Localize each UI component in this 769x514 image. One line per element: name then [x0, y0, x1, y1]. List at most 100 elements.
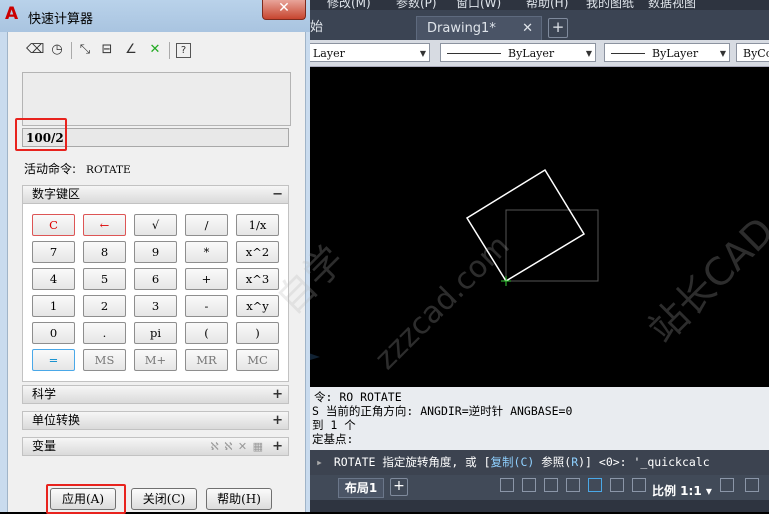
close-dialog-button[interactable]: 关闭(C) [131, 488, 197, 510]
transparency-icon[interactable] [632, 478, 646, 492]
grid-icon[interactable] [500, 478, 514, 492]
chevron-down-icon: ▼ [585, 49, 592, 58]
customize-icon[interactable] [745, 478, 759, 492]
highlight-annotation [46, 484, 126, 514]
help-icon[interactable]: ? [176, 43, 191, 58]
open-paren-key[interactable]: ( [185, 322, 228, 344]
new-tab-button[interactable]: + [548, 18, 568, 38]
command-line[interactable]: ▸ ROTATE 指定旋转角度, 或 [复制(C) 参照(R)] <0>: '_… [300, 450, 769, 475]
drawing-canvas[interactable] [300, 67, 769, 387]
sqrt-key[interactable]: √ [134, 214, 177, 236]
toolbar-separator [169, 42, 170, 59]
clear-icon[interactable]: ⌫ [26, 40, 44, 60]
help-button[interactable]: 帮助(H) [206, 488, 272, 510]
key-6[interactable]: 6 [134, 268, 177, 290]
tab-drawing1[interactable]: Drawing1* ✕ [416, 16, 542, 40]
reciprocal-key[interactable]: 1/x [236, 214, 279, 236]
close-paren-key[interactable]: ) [236, 322, 279, 344]
backspace-key[interactable]: ← [83, 214, 126, 236]
angle-icon[interactable]: ∠ [122, 40, 140, 60]
chevron-down-icon: ▾ [705, 484, 712, 498]
line-sample [447, 53, 501, 54]
drawing-svg [300, 168, 599, 363]
power-key[interactable]: x^y [236, 295, 279, 317]
line-sample [611, 53, 645, 54]
variables-panel-header[interactable]: 变量 ℵ ℵ ✕ ▦ + [22, 437, 289, 456]
original-rectangle-preview [505, 209, 599, 282]
polar-icon[interactable] [566, 478, 580, 492]
key-4[interactable]: 4 [32, 268, 75, 290]
close-icon[interactable]: ✕ [522, 17, 533, 41]
memory-add-key[interactable]: M+ [134, 349, 177, 371]
lineweight-dropdown[interactable]: ByLayer ▼ [604, 43, 730, 62]
close-button[interactable]: ✕ [262, 0, 306, 20]
collapse-icon[interactable]: − [272, 186, 283, 203]
add-layout-button[interactable]: + [390, 478, 408, 496]
chevron-down-icon: ▼ [419, 49, 426, 58]
lineweight-value: ByLayer [652, 47, 699, 60]
key-9[interactable]: 9 [134, 241, 177, 263]
variable-tools-icon: ℵ ℵ ✕ ▦ [210, 440, 264, 453]
key-2[interactable]: 2 [83, 295, 126, 317]
snap-icon[interactable] [522, 478, 536, 492]
title-bar[interactable]: A 快速计算器 ✕ [0, 0, 310, 32]
command-prompt-icon: ▸ [316, 455, 323, 469]
plus-key[interactable]: + [185, 268, 228, 290]
numpad-panel-header[interactable]: 数字键区 − [22, 185, 289, 204]
calculator-toolbar: ⌫ ◷ ⤡ ⊟ ∠ ✕ ? [18, 40, 218, 62]
key-7[interactable]: 7 [32, 241, 75, 263]
taskbar-strip [300, 500, 769, 512]
help-accelerator: (H) [241, 492, 261, 506]
multiply-key[interactable]: * [185, 241, 228, 263]
clear-history-icon[interactable]: ◷ [48, 40, 66, 60]
option-copy[interactable]: 复制(C) [491, 455, 535, 469]
command-history-line: S 当前的正角方向: ANGDIR=逆时针 ANGBASE=0 [312, 404, 573, 418]
intersection-icon[interactable]: ✕ [146, 40, 164, 60]
active-command: 活动命令: ROTATE [24, 160, 131, 177]
color-dropdown[interactable]: ByCo [736, 43, 769, 62]
tab-layout1[interactable]: 布局1 [338, 478, 384, 498]
close-label: 关闭 [142, 492, 167, 506]
numpad-panel-title: 数字键区 [32, 187, 81, 201]
expand-icon[interactable]: + [272, 412, 283, 429]
decimal-key[interactable]: . [83, 322, 126, 344]
key-0[interactable]: 0 [32, 322, 75, 344]
clear-key[interactable]: C [32, 214, 75, 236]
status-bar: 布局1 + 比例 1:1 ▾ [300, 475, 769, 512]
ortho-icon[interactable] [544, 478, 558, 492]
active-command-label: 活动命令: [24, 162, 77, 176]
minus-key[interactable]: - [185, 295, 228, 317]
number-pad: C ← √/1/x 7 8 9 * x^2 4 5 6 + x^3 1 2 3- x^y 0. pi() = MS M+ M… [22, 204, 289, 382]
linetype-dropdown[interactable]: ByLayer ▼ [440, 43, 596, 62]
quickcalc-window: A 快速计算器 ✕ ⌫ ◷ ⤡ ⊟ ∠ ✕ ? 100/2 活动命令: ROTAT… [0, 0, 310, 514]
osnap-icon[interactable] [588, 478, 602, 492]
divide-key[interactable]: / [185, 214, 228, 236]
key-3[interactable]: 3 [134, 295, 177, 317]
distance-icon[interactable]: ⊟ [98, 40, 116, 60]
active-command-value: ROTATE [86, 164, 131, 176]
pi-key[interactable]: pi [134, 322, 177, 344]
memory-store-key[interactable]: MS [83, 349, 126, 371]
highlight-annotation [15, 118, 67, 151]
lineweight-toggle-icon[interactable] [610, 478, 624, 492]
key-1[interactable]: 1 [32, 295, 75, 317]
tab-start[interactable]: 始 [310, 16, 323, 40]
key-8[interactable]: 8 [83, 241, 126, 263]
get-coordinates-icon[interactable]: ⤡ [76, 40, 94, 60]
layer-dropdown[interactable]: Layer ▼ [300, 43, 430, 62]
equals-key[interactable]: = [32, 349, 75, 371]
command-history-line: 令: RO ROTATE [314, 390, 402, 404]
memory-recall-key[interactable]: MR [185, 349, 228, 371]
memory-clear-key[interactable]: MC [236, 349, 279, 371]
properties-bar: Layer ▼ ByLayer ▼ ByLayer ▼ ByCo [300, 40, 769, 67]
expand-icon[interactable]: + [272, 438, 283, 455]
settings-icon[interactable] [720, 478, 734, 492]
units-panel-header[interactable]: 单位转换 + [22, 411, 289, 430]
scientific-panel-header[interactable]: 科学 + [22, 385, 289, 404]
key-5[interactable]: 5 [83, 268, 126, 290]
annotation-scale[interactable]: 比例 1:1 ▾ [652, 482, 712, 499]
command-history-line: 定基点: [312, 432, 354, 446]
tab-drawing1-label: Drawing1* [427, 21, 496, 36]
expand-icon[interactable]: + [272, 386, 283, 403]
square-key[interactable]: x^2 [236, 241, 279, 263]
